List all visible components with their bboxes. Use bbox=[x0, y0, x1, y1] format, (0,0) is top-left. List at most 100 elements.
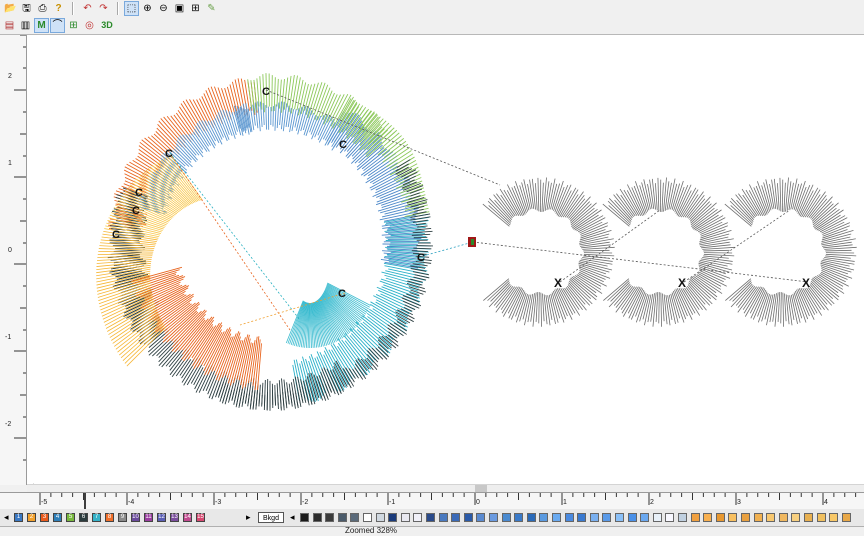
design-view-icon[interactable]: ▤ bbox=[2, 18, 17, 33]
hruler-label: 1 bbox=[563, 499, 567, 506]
color-swatch[interactable] bbox=[426, 513, 435, 522]
color-swatch[interactable] bbox=[665, 513, 674, 522]
help-icon[interactable]: ? bbox=[51, 1, 66, 16]
color-swatch[interactable] bbox=[413, 513, 422, 522]
color-swatch[interactable] bbox=[817, 513, 826, 522]
zoom-out-icon[interactable]: ⊖ bbox=[156, 1, 171, 16]
color-swatch[interactable] bbox=[716, 513, 725, 522]
vruler-label: 1 bbox=[8, 160, 12, 167]
color-swatch[interactable] bbox=[842, 513, 851, 522]
thread-swatch[interactable]: 3 bbox=[40, 513, 49, 522]
color-swatch[interactable] bbox=[300, 513, 309, 522]
zoom-fit-icon[interactable]: ▣ bbox=[172, 1, 187, 16]
open-icon[interactable]: 📂 bbox=[3, 1, 18, 16]
color-swatch[interactable] bbox=[552, 513, 561, 522]
view-3d-button[interactable]: 3D bbox=[98, 18, 116, 33]
redo-icon[interactable]: ↷ bbox=[96, 1, 111, 16]
thread-swatch[interactable]: 8 bbox=[105, 513, 114, 522]
color-swatch[interactable] bbox=[325, 513, 334, 522]
color-swatch[interactable] bbox=[640, 513, 649, 522]
thread-swatch[interactable]: 2 bbox=[27, 513, 36, 522]
color-swatch[interactable] bbox=[376, 513, 385, 522]
start-marker: C bbox=[135, 187, 143, 199]
design-canvas[interactable]: CCCCCCCCXXX < bbox=[27, 35, 864, 485]
color-swatch[interactable] bbox=[766, 513, 775, 522]
palette-left-arrow-icon[interactable]: ◂ bbox=[4, 512, 9, 523]
outline-icon[interactable]: ⌒ bbox=[50, 18, 65, 33]
color-swatch[interactable] bbox=[388, 513, 397, 522]
thread-swatch[interactable]: 4 bbox=[53, 513, 62, 522]
color-swatch[interactable] bbox=[363, 513, 372, 522]
thread-swatch[interactable]: 6 bbox=[79, 513, 88, 522]
zoom-status: Zoomed 328% bbox=[345, 526, 397, 535]
thread-swatch[interactable]: 12 bbox=[157, 513, 166, 522]
thread-swatch[interactable]: 11 bbox=[144, 513, 153, 522]
color-swatch[interactable] bbox=[338, 513, 347, 522]
stitches-icon[interactable]: M bbox=[34, 18, 49, 33]
color-swatch[interactable] bbox=[565, 513, 574, 522]
grid-icon[interactable]: ⊞ bbox=[66, 18, 81, 33]
color-swatch[interactable] bbox=[577, 513, 586, 522]
color-swatch[interactable] bbox=[590, 513, 599, 522]
letter-c-stitches[interactable] bbox=[603, 178, 735, 327]
color-swatch[interactable] bbox=[628, 513, 637, 522]
select-icon[interactable]: ⬚ bbox=[124, 1, 139, 16]
color-swatch[interactable] bbox=[804, 513, 813, 522]
color-swatch[interactable] bbox=[691, 513, 700, 522]
color-swatch[interactable] bbox=[728, 513, 737, 522]
background-color-button[interactable]: Bkgd bbox=[258, 512, 284, 523]
realistic-view-icon[interactable]: ▥ bbox=[18, 18, 33, 33]
palette-right-arrow-icon[interactable]: ▸ bbox=[246, 512, 251, 523]
color-swatch[interactable] bbox=[451, 513, 460, 522]
thread-swatch[interactable]: 10 bbox=[131, 513, 140, 522]
color-swatch[interactable] bbox=[779, 513, 788, 522]
undo-icon[interactable]: ↶ bbox=[80, 1, 95, 16]
print-icon[interactable]: ⎙ bbox=[35, 1, 50, 16]
colors-left-arrow-icon[interactable]: ◂ bbox=[290, 512, 295, 523]
color-swatch[interactable] bbox=[502, 513, 511, 522]
thread-swatch[interactable]: 7 bbox=[92, 513, 101, 522]
thread-swatch[interactable]: 15 bbox=[196, 513, 205, 522]
color-swatch[interactable] bbox=[539, 513, 548, 522]
color-swatch[interactable] bbox=[703, 513, 712, 522]
color-swatch[interactable] bbox=[476, 513, 485, 522]
start-marker: C bbox=[338, 288, 346, 300]
color-swatch[interactable] bbox=[514, 513, 523, 522]
color-swatch[interactable] bbox=[401, 513, 410, 522]
color-swatch[interactable] bbox=[829, 513, 838, 522]
embroidery-design[interactable]: CCCCCCCCXXX bbox=[27, 35, 864, 485]
thread-swatch[interactable]: 9 bbox=[118, 513, 127, 522]
color-swatch[interactable] bbox=[741, 513, 750, 522]
color-swatch[interactable] bbox=[489, 513, 498, 522]
color-swatch[interactable] bbox=[653, 513, 662, 522]
hruler-label: -1 bbox=[389, 499, 395, 506]
color-swatch[interactable] bbox=[313, 513, 322, 522]
thread-swatch[interactable]: 14 bbox=[183, 513, 192, 522]
vruler-label: 2 bbox=[8, 73, 12, 80]
letter-c-stitches[interactable] bbox=[483, 178, 615, 327]
pencil-icon[interactable]: ✎ bbox=[204, 1, 219, 16]
thread-swatch[interactable]: 13 bbox=[170, 513, 179, 522]
color-swatch[interactable] bbox=[678, 513, 687, 522]
thread-palette: ◂ 123456789101112131415 ▸ Bkgd ◂ bbox=[0, 509, 864, 526]
hoop-icon[interactable]: ◎ bbox=[82, 18, 97, 33]
color-swatch[interactable] bbox=[615, 513, 624, 522]
letter-c-stitches[interactable] bbox=[725, 178, 857, 327]
color-swatch[interactable] bbox=[439, 513, 448, 522]
color-swatch[interactable] bbox=[350, 513, 359, 522]
color-swatch[interactable] bbox=[527, 513, 536, 522]
color-swatch[interactable] bbox=[754, 513, 763, 522]
end-marker: X bbox=[554, 276, 562, 290]
hruler-label: -2 bbox=[302, 499, 308, 506]
zoom-box-icon[interactable]: ⊞ bbox=[188, 1, 203, 16]
color-swatch[interactable] bbox=[602, 513, 611, 522]
save-icon[interactable]: 🖫 bbox=[19, 1, 34, 16]
thread-swatch[interactable]: 5 bbox=[66, 513, 75, 522]
zoom-in-icon[interactable]: ⊕ bbox=[140, 1, 155, 16]
color-swatch[interactable] bbox=[464, 513, 473, 522]
toolbar-separator bbox=[72, 2, 74, 15]
start-marker: C bbox=[112, 229, 120, 241]
color-swatch[interactable] bbox=[791, 513, 800, 522]
vertical-ruler: 2 1 0 -1 -2 bbox=[0, 35, 27, 485]
thread-swatch[interactable]: 1 bbox=[14, 513, 23, 522]
